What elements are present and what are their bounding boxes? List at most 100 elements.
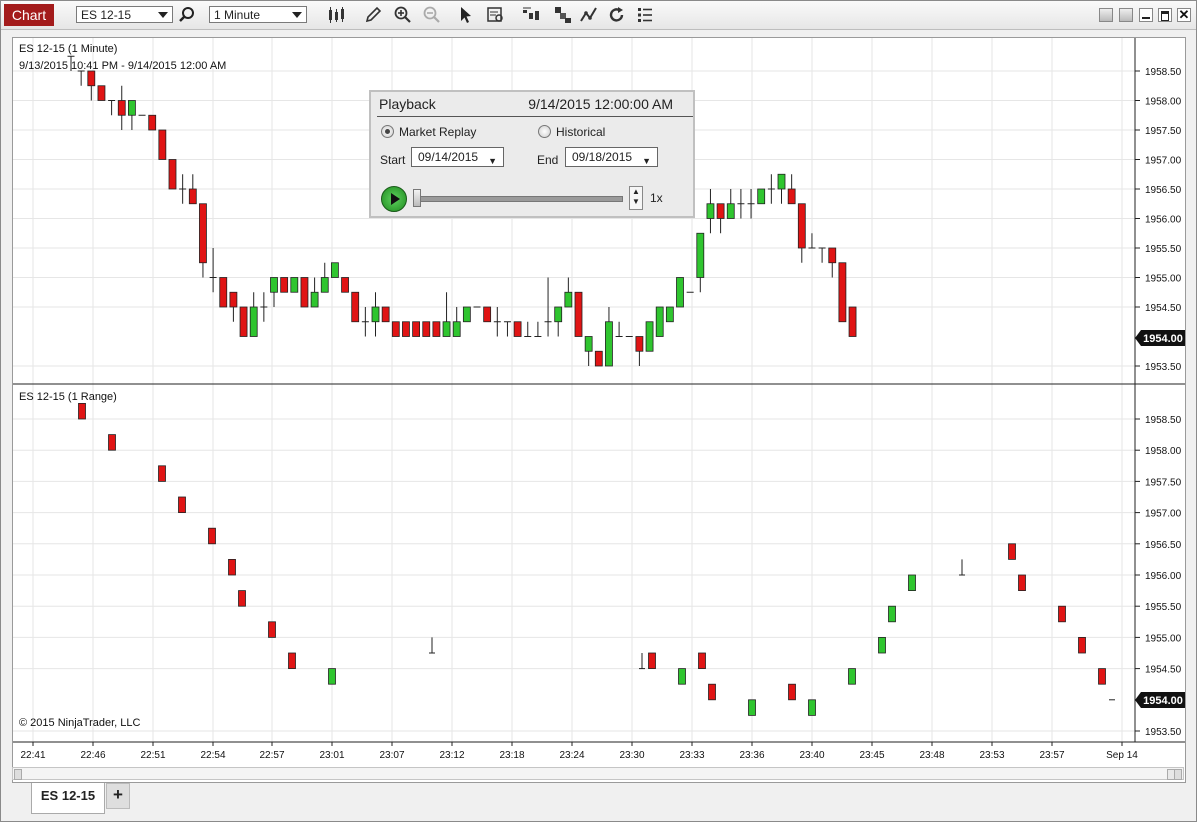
last-price-label: 1954.00 (1143, 333, 1183, 345)
end-date-picker[interactable]: 09/18/2015 ▼ (565, 147, 658, 167)
candle-body (330, 262, 339, 278)
link-icon[interactable] (1119, 8, 1133, 22)
properties-icon[interactable] (635, 5, 655, 25)
candle-body (726, 203, 735, 219)
candle-body (290, 277, 299, 293)
playback-panel[interactable]: Playback 9/14/2015 12:00:00 AM Market Re… (369, 90, 695, 218)
market-replay-radio[interactable] (381, 125, 394, 138)
chart-window: Chart ES 12-15 1 Minute ✕ 1958.50 1958.0… (0, 0, 1197, 822)
candle-body (402, 321, 410, 337)
candle-body (188, 188, 197, 205)
price-tick-label: 1954.50 (1145, 303, 1182, 314)
range-bar (748, 699, 756, 716)
range-bar (708, 683, 716, 701)
candle-body (442, 321, 451, 337)
candle-body (341, 277, 349, 293)
strategies-icon[interactable] (521, 5, 541, 25)
maximize-button[interactable] (1158, 8, 1172, 22)
price-tick-label: 1957.00 (1145, 156, 1182, 167)
time-tick-label: 23:30 (619, 750, 644, 761)
pointer-icon[interactable] (456, 5, 476, 25)
time-tick-label: 22:54 (200, 750, 225, 761)
price-tick-label: 1955.50 (1145, 244, 1182, 255)
scroll-right-button[interactable] (1174, 769, 1182, 780)
range-bar (878, 637, 886, 654)
candle-body (422, 321, 431, 337)
market-replay-label: Market Replay (399, 125, 477, 139)
end-label: End (537, 153, 559, 167)
instrument-selector[interactable]: ES 12-15 (76, 6, 173, 23)
historical-radio[interactable] (538, 125, 551, 138)
copyright: © 2015 NinjaTrader, LLC (19, 717, 140, 729)
bar-style-icon[interactable] (326, 5, 346, 25)
play-button[interactable] (381, 186, 407, 212)
price-tick-label: 1956.50 (1145, 540, 1182, 551)
price-tick-label: 1954.50 (1145, 665, 1182, 676)
data-box-icon[interactable] (486, 5, 506, 25)
toolbar: Chart ES 12-15 1 Minute ✕ (1, 1, 1196, 30)
draw-pencil-icon[interactable] (363, 5, 383, 25)
zoom-out-icon[interactable] (422, 5, 442, 25)
playback-slider[interactable] (415, 196, 623, 202)
speed-stepper[interactable]: ▲ ▼ (629, 186, 643, 210)
zoom-in-icon[interactable] (393, 5, 413, 25)
candle-body (462, 306, 471, 323)
interval-value: 1 Minute (214, 8, 261, 22)
candle-body (432, 321, 441, 337)
time-tick-label: 23:45 (859, 750, 884, 761)
time-axis: 22:41 22:46 22:51 22:54 22:57 23:01 23:07 23:12… (20, 742, 1138, 761)
chart-title-tab[interactable]: Chart (4, 4, 54, 26)
add-tab-button[interactable]: + (106, 783, 130, 809)
range-bar (908, 574, 916, 592)
price-tick-label: 1957.00 (1145, 509, 1182, 520)
chart-area[interactable]: 1958.50 1958.00 1957.50 1957.00 1956.50 1956.… (12, 37, 1186, 783)
candle-body (696, 232, 705, 278)
last-price-marker-panel2: 1954.00 (1135, 692, 1185, 708)
interval-selector[interactable]: 1 Minute (209, 6, 307, 23)
candle-body (777, 173, 786, 190)
price-tick-label: 1958.50 (1145, 67, 1182, 78)
range-bar (1078, 637, 1086, 654)
candle-body (320, 277, 329, 293)
candle-body (310, 291, 319, 308)
divider (377, 116, 693, 117)
instrument-value: ES 12-15 (81, 8, 132, 22)
time-tick-label: 23:36 (739, 750, 764, 761)
reload-icon[interactable] (607, 5, 627, 25)
tab-es-12-15[interactable]: ES 12-15 (31, 783, 105, 814)
group-icon[interactable] (1099, 8, 1113, 22)
scroll-left-button[interactable] (14, 769, 22, 780)
candle-body (351, 291, 360, 323)
horizontal-scrollbar[interactable] (12, 767, 1184, 780)
candle-body (513, 321, 522, 337)
range-bar (788, 683, 796, 701)
range-bar (848, 668, 856, 685)
price-axis-panel1: 1958.50 1958.00 1957.50 1957.00 1956.50 1956.… (1135, 67, 1182, 373)
price-tick-label: 1955.50 (1145, 602, 1182, 613)
candle-body (838, 262, 847, 323)
time-tick-label: 23:40 (799, 750, 824, 761)
candle-body (564, 291, 573, 308)
range-bar (648, 652, 656, 670)
last-price-label: 1954.00 (1143, 695, 1183, 707)
end-date-value: 09/18/2015 (572, 150, 633, 164)
minimize-button[interactable] (1139, 8, 1153, 22)
scroll-thumb[interactable] (1167, 769, 1175, 780)
close-button[interactable]: ✕ (1177, 7, 1191, 22)
price-tick-label: 1953.50 (1145, 362, 1182, 373)
candle-body (412, 321, 421, 337)
time-tick-label: 22:51 (140, 750, 165, 761)
candle-body (605, 321, 613, 367)
slider-thumb[interactable] (413, 189, 421, 207)
playback-title: Playback (379, 96, 436, 112)
indicators-icon[interactable] (553, 5, 573, 25)
chart-trader-icon[interactable] (579, 5, 599, 25)
start-date-picker[interactable]: 09/14/2015 ▼ (411, 147, 504, 167)
search-icon[interactable] (177, 5, 197, 25)
candle-body (280, 277, 289, 293)
candle-body (828, 247, 837, 264)
range-bar (888, 605, 896, 623)
panel1-title: ES 12-15 (1 Minute) (19, 43, 117, 55)
price-axis-panel2: 1958.50 1958.00 1957.50 1957.00 1956.50 1956.… (1135, 415, 1182, 738)
range-bar (228, 559, 236, 576)
